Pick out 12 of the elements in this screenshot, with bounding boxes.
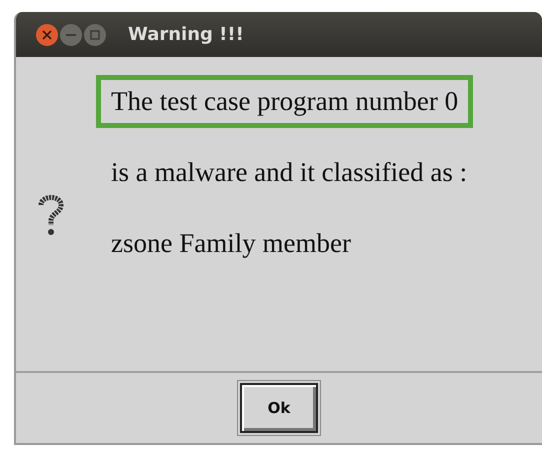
close-button[interactable] <box>36 24 58 46</box>
maximize-button[interactable] <box>84 24 106 46</box>
window-title: Warning !!! <box>128 24 244 45</box>
maximize-icon <box>90 30 100 40</box>
ok-button[interactable]: Ok <box>240 383 318 433</box>
message-text: is a malware and it classified as : <box>110 156 468 189</box>
minimize-icon <box>66 34 76 36</box>
close-icon <box>42 30 52 40</box>
minimize-button[interactable] <box>60 24 82 46</box>
question-icon <box>36 193 66 237</box>
message-text: zsone Family member <box>110 227 352 260</box>
message-text: The test case program number 0 <box>96 75 474 128</box>
